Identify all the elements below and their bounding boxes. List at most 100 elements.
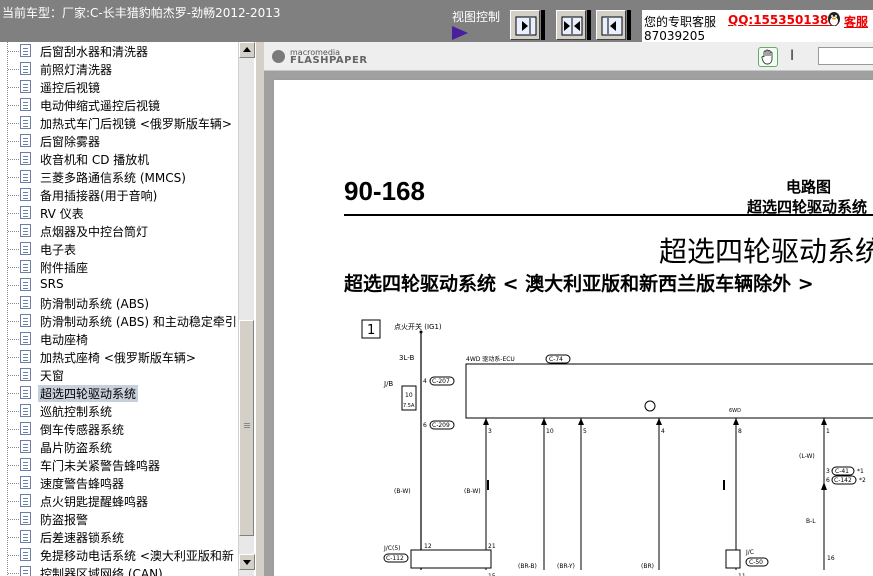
tree-item[interactable]: 点火钥匙提醒蜂鸣器 xyxy=(0,492,238,510)
tree-item[interactable]: 三菱多路通信系统 (MMCS) xyxy=(0,168,238,186)
tree-item-label: 车门未关紧警告蜂鸣器 xyxy=(40,459,161,473)
ecu-box xyxy=(465,363,873,419)
tree-item-label: 防滑制动系统 (ABS) 和主动稳定牵引 xyxy=(40,315,237,329)
qq-penguin-icon[interactable] xyxy=(826,10,842,26)
tree-item[interactable]: 晶片防盗系统 xyxy=(0,438,238,456)
tree-item[interactable]: 天窗 xyxy=(0,366,238,384)
document-icon xyxy=(20,314,31,327)
tree-item[interactable]: 遥控后视镜 xyxy=(0,78,238,96)
document-icon xyxy=(20,440,31,453)
ecu-label: 4WD 驱动系-ECU xyxy=(466,355,515,363)
tree-item[interactable]: 前照灯清洗器 xyxy=(0,60,238,78)
text-cursor-icon[interactable]: I xyxy=(790,48,794,64)
panel-left-arrow-icon xyxy=(601,16,623,36)
tree-connector-line xyxy=(8,573,20,574)
tree-item[interactable]: SRS xyxy=(0,276,238,294)
document-icon xyxy=(20,98,31,111)
macromedia-logo-icon xyxy=(272,50,285,63)
scroll-down-button[interactable] xyxy=(239,554,255,570)
tree-item[interactable]: 点烟器及中控台筒灯 xyxy=(0,222,238,240)
tree-item[interactable]: 收音机和 CD 播放机 xyxy=(0,150,238,168)
pin-6wd-label: 6WD xyxy=(729,408,741,414)
tree-item-label: RV 仪表 xyxy=(40,207,84,221)
tree-item[interactable]: 附件插座 xyxy=(0,258,238,276)
document-icon xyxy=(20,80,31,93)
tree-item[interactable]: 速度警告蜂鸣器 xyxy=(0,474,238,492)
pin3-label: 3 xyxy=(826,468,830,475)
tree-item[interactable]: 电动座椅 xyxy=(0,330,238,348)
page-number: 90-168 xyxy=(344,176,425,206)
fuse-amp: 7.5A xyxy=(403,403,415,409)
scroll-up-button[interactable] xyxy=(239,42,255,58)
tree-connector-line xyxy=(8,411,20,412)
tree-item[interactable]: 倒车传感器系统 xyxy=(0,420,238,438)
tree-connector-line xyxy=(8,357,20,358)
sidebar-scrollbar[interactable] xyxy=(238,42,255,576)
tree-item[interactable]: 备用插接器(用于音响) xyxy=(0,186,238,204)
tree-item[interactable]: 电子表 xyxy=(0,240,238,258)
tree-connector-line xyxy=(8,285,20,286)
document-icon xyxy=(20,116,31,129)
jc5-label: J/C(5) xyxy=(383,545,400,552)
support-panel: 您的专职客服 QQ:1553501388 客服 87039205 xyxy=(642,10,873,43)
tree-item-label: 加热式车门后视镜 <俄罗斯版车辆> xyxy=(40,117,232,131)
document-icon xyxy=(20,476,31,489)
tree-connector-line xyxy=(8,177,20,178)
tree-item-label: 加热式座椅 <俄罗斯版车辆> xyxy=(40,351,196,365)
tree-item[interactable]: 后窗刮水器和清洗器 xyxy=(0,42,238,60)
hand-icon xyxy=(761,49,773,65)
scroll-thumb[interactable] xyxy=(239,320,254,536)
vehicle-title: 当前车型：厂家:C-长丰猎豹帕杰罗-劲畅2012-2013 xyxy=(2,6,281,20)
topic-tree: 后窗刮水器和清洗器 前照灯清洗器 遥控后视镜 电动伸缩式遥控后视镜加热式车门后视镜 <… xyxy=(0,42,238,576)
collapse-left-button[interactable] xyxy=(510,10,540,40)
document-icon xyxy=(20,206,31,219)
qq-link[interactable]: QQ:1553501388 xyxy=(728,13,837,27)
hand-tool-button[interactable] xyxy=(758,47,778,67)
tree-item[interactable]: 电动伸缩式遥控后视镜 xyxy=(0,96,238,114)
tree-item[interactable]: 后差速器锁系统 xyxy=(0,528,238,546)
diagram-box-number: 1 xyxy=(367,323,375,338)
tree-item-label: SRS xyxy=(40,277,64,291)
tree-item-label: 后差速器锁系统 xyxy=(40,531,125,545)
tree-connector-line xyxy=(8,501,20,502)
pin-label: 10 xyxy=(546,428,554,435)
tree-item-label: 附件插座 xyxy=(40,261,89,275)
document-icon xyxy=(20,404,31,417)
document-icon xyxy=(20,170,31,183)
tree-item[interactable]: 免提移动电话系统 <澳大利亚版和新 xyxy=(0,546,238,564)
tree-item[interactable]: 车门未关紧警告蜂鸣器 xyxy=(0,456,238,474)
panel-right-arrow-icon xyxy=(515,16,537,36)
tree-item[interactable]: 防滑制动系统 (ABS) xyxy=(0,294,238,312)
tree-item-label: 后窗除雾器 xyxy=(40,135,101,149)
document-icon xyxy=(20,512,31,525)
tree-item[interactable]: 加热式座椅 <俄罗斯版车辆> xyxy=(0,348,238,366)
tree-connector-line xyxy=(8,375,20,376)
c50-label: C-50 xyxy=(749,559,763,566)
page-big-title: 超选四轮驱动系统 xyxy=(659,235,873,268)
tree-item[interactable]: 巡航控制系统 xyxy=(0,402,238,420)
document-icon xyxy=(20,278,31,291)
pane-splitter[interactable] xyxy=(256,42,264,576)
tree-connector-line xyxy=(8,537,20,538)
tree-item[interactable]: 后窗除雾器 xyxy=(0,132,238,150)
support-link[interactable]: 客服 xyxy=(844,13,868,30)
collapse-right-button[interactable] xyxy=(596,10,626,40)
zoom-field[interactable] xyxy=(818,47,873,65)
tree-item[interactable]: 加热式车门后视镜 <俄罗斯版车辆> xyxy=(0,114,238,132)
wire-bw-left: (B-W) xyxy=(394,488,411,495)
split-view-button[interactable] xyxy=(556,10,586,40)
document-icon xyxy=(20,332,31,345)
document-icon xyxy=(20,368,31,381)
tree-connector-line xyxy=(8,465,20,466)
tree-item[interactable]: 防滑制动系统 (ABS) 和主动稳定牵引 xyxy=(0,312,238,330)
wire-br-b: (BR-B) xyxy=(518,563,537,570)
play-arrow-icon[interactable] xyxy=(452,26,468,40)
tree-item[interactable]: 控制器区域网络 (CAN) xyxy=(0,564,238,576)
pin-arrow xyxy=(733,418,739,425)
tree-item[interactable]: RV 仪表 xyxy=(0,204,238,222)
tree-item[interactable]: 超选四轮驱动系统 xyxy=(0,384,238,402)
tree-item[interactable]: 防盗报警 xyxy=(0,510,238,528)
tree-connector-line xyxy=(8,87,20,88)
c112-label: C-112 xyxy=(386,555,404,562)
tree-connector-line xyxy=(8,429,20,430)
